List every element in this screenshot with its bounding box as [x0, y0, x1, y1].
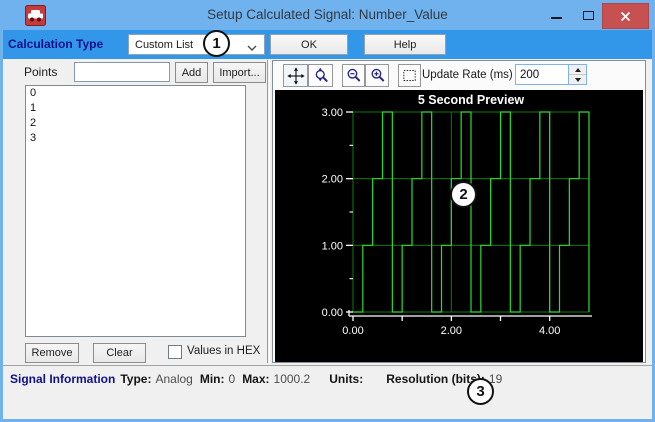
pan-button[interactable]	[283, 64, 308, 87]
callout-1: 1	[203, 30, 230, 57]
y-tick-label: 3.00	[322, 107, 343, 119]
zoom-dynamic-icon	[312, 67, 330, 85]
panel-divider	[267, 60, 270, 363]
chart-canvas: 5 Second Preview 0.00 1.00 2.00 3.00 0.00 2.00…	[275, 90, 643, 362]
callout-2: 2	[450, 181, 477, 208]
ok-button[interactable]: OK	[270, 34, 348, 55]
maximize-icon	[583, 11, 594, 20]
pan-icon	[287, 67, 305, 85]
calculation-type-value: Custom List	[135, 39, 193, 51]
values-in-hex-checkbox[interactable]	[168, 345, 182, 359]
signal-information-bar: Signal Information Type: Analog Min: 0 Max: 10…	[3, 365, 652, 419]
type-label: Type:	[120, 372, 151, 386]
help-button[interactable]: Help	[364, 34, 446, 55]
points-label: Points	[24, 65, 57, 79]
zoom-in-button[interactable]	[365, 64, 389, 87]
points-list-item[interactable]: 3	[26, 131, 245, 146]
arrow-down-icon	[575, 78, 581, 82]
update-rate-label: Update Rate (ms)	[422, 64, 513, 87]
signal-preview-chart[interactable]: 5 Second Preview 0.00 1.00 2.00 3.00 0.00 2.00…	[275, 90, 643, 362]
units-label: Units:	[329, 372, 363, 386]
add-button[interactable]: Add	[175, 62, 208, 83]
update-rate-spinbox	[515, 64, 587, 85]
max-label: Max:	[242, 372, 269, 386]
x-tick-label: 0.00	[342, 325, 363, 337]
y-tick-label: 0.00	[322, 307, 343, 319]
x-tick-label: 4.00	[539, 325, 560, 337]
zoom-dynamic-button[interactable]	[308, 64, 333, 87]
minimize-icon	[551, 17, 562, 19]
chart-title: 5 Second Preview	[418, 93, 525, 107]
import-button[interactable]: Import...	[213, 62, 266, 83]
signal-trace	[353, 112, 589, 312]
maximize-button[interactable]	[576, 6, 600, 24]
spin-up-button[interactable]	[569, 65, 586, 74]
min-value: 0	[229, 372, 236, 386]
y-tick-label: 2.00	[322, 174, 343, 186]
clear-button[interactable]: Clear	[93, 343, 146, 363]
points-input[interactable]	[74, 62, 170, 82]
box-zoom-icon	[401, 67, 418, 84]
zoom-out-icon	[345, 67, 362, 84]
x-tick-label: 2.00	[441, 325, 462, 337]
close-icon	[620, 11, 631, 22]
min-label: Min:	[200, 372, 225, 386]
box-zoom-button[interactable]	[398, 64, 421, 87]
points-list[interactable]: 0123	[25, 85, 246, 337]
points-list-item[interactable]: 0	[26, 86, 245, 101]
minimize-button[interactable]	[544, 6, 568, 24]
close-button[interactable]	[602, 3, 649, 29]
calculation-type-label: Calculation Type	[8, 37, 103, 51]
zoom-out-button[interactable]	[342, 64, 365, 87]
zoom-in-icon	[369, 67, 386, 84]
y-tick-label: 1.00	[322, 240, 343, 252]
max-value: 1000.2	[274, 372, 311, 386]
spin-down-button[interactable]	[569, 74, 586, 84]
signal-information-heading: Signal Information	[10, 372, 115, 386]
arrow-up-icon	[575, 68, 581, 72]
dialog-window: Setup Calculated Signal: Number_Value Ca…	[0, 0, 655, 422]
points-list-item[interactable]: 2	[26, 116, 245, 131]
values-in-hex-label: Values in HEX	[187, 345, 260, 357]
titlebar[interactable]: Setup Calculated Signal: Number_Value	[0, 0, 655, 30]
chevron-down-icon	[247, 42, 257, 54]
points-list-item[interactable]: 1	[26, 101, 245, 116]
type-value: Analog	[155, 372, 192, 386]
calculation-type-dropdown[interactable]: Custom List	[128, 34, 265, 55]
callout-3: 3	[467, 378, 494, 405]
update-rate-input[interactable]	[516, 65, 568, 84]
remove-button[interactable]: Remove	[25, 343, 79, 363]
